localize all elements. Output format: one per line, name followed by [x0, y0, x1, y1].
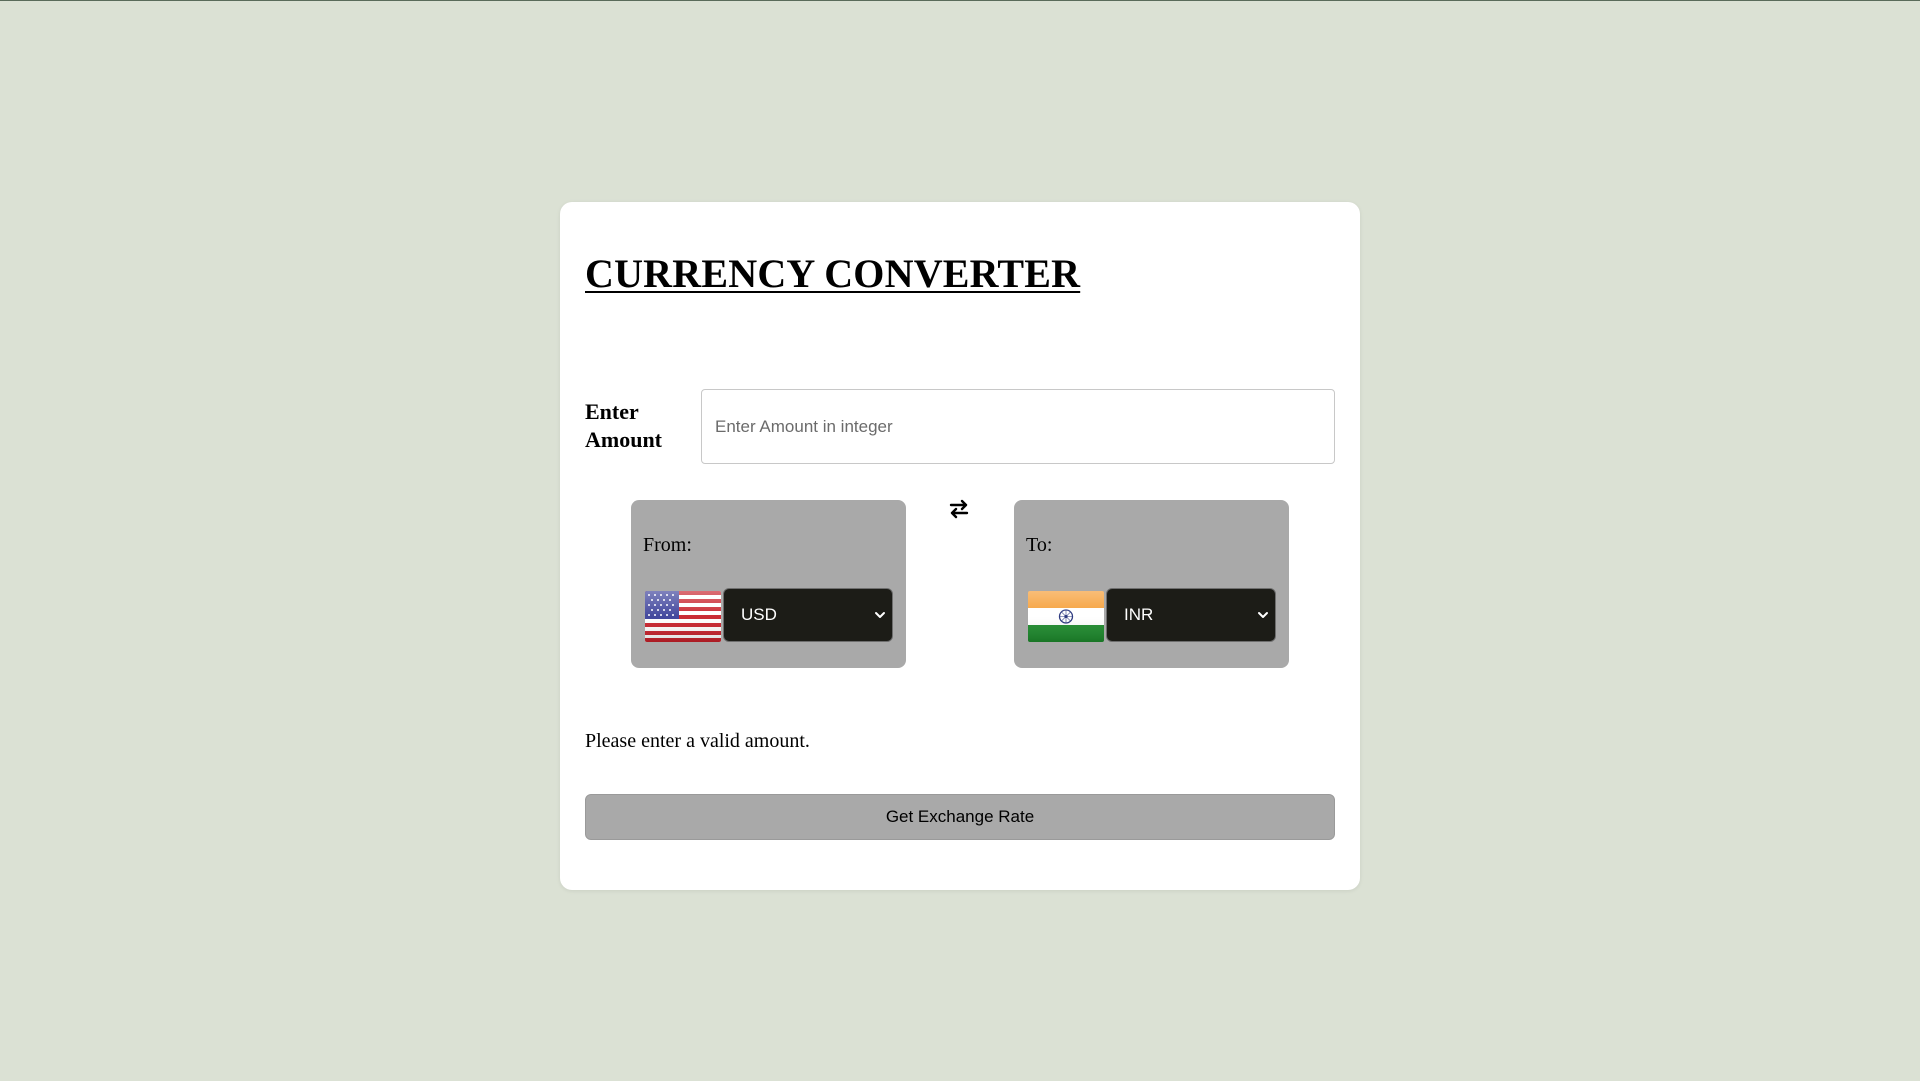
- to-currency-value: INR: [1124, 605, 1154, 624]
- swap-arrows-icon[interactable]: [948, 498, 970, 520]
- to-currency-select[interactable]: INR: [1106, 588, 1276, 642]
- from-currency-panel: From: USD: [631, 500, 906, 668]
- from-currency-value: USD: [741, 605, 777, 624]
- converter-card: CURRENCY CONVERTER Enter Amount From:: [560, 202, 1360, 890]
- us-flag-icon: [645, 591, 721, 642]
- chevron-down-icon: [875, 612, 885, 618]
- chevron-down-icon: [1258, 612, 1268, 618]
- india-flag-icon: [1028, 591, 1104, 642]
- amount-label: Enter Amount: [585, 399, 663, 452]
- to-currency-panel: To: INR: [1014, 500, 1289, 668]
- from-label: From:: [643, 534, 692, 556]
- page-title: CURRENCY CONVERTER: [585, 251, 1081, 296]
- validation-message: Please enter a valid amount.: [585, 730, 810, 752]
- amount-input[interactable]: [701, 389, 1335, 464]
- to-label: To:: [1026, 534, 1053, 556]
- from-currency-select[interactable]: USD: [723, 588, 893, 642]
- get-exchange-rate-button[interactable]: Get Exchange Rate: [585, 794, 1335, 840]
